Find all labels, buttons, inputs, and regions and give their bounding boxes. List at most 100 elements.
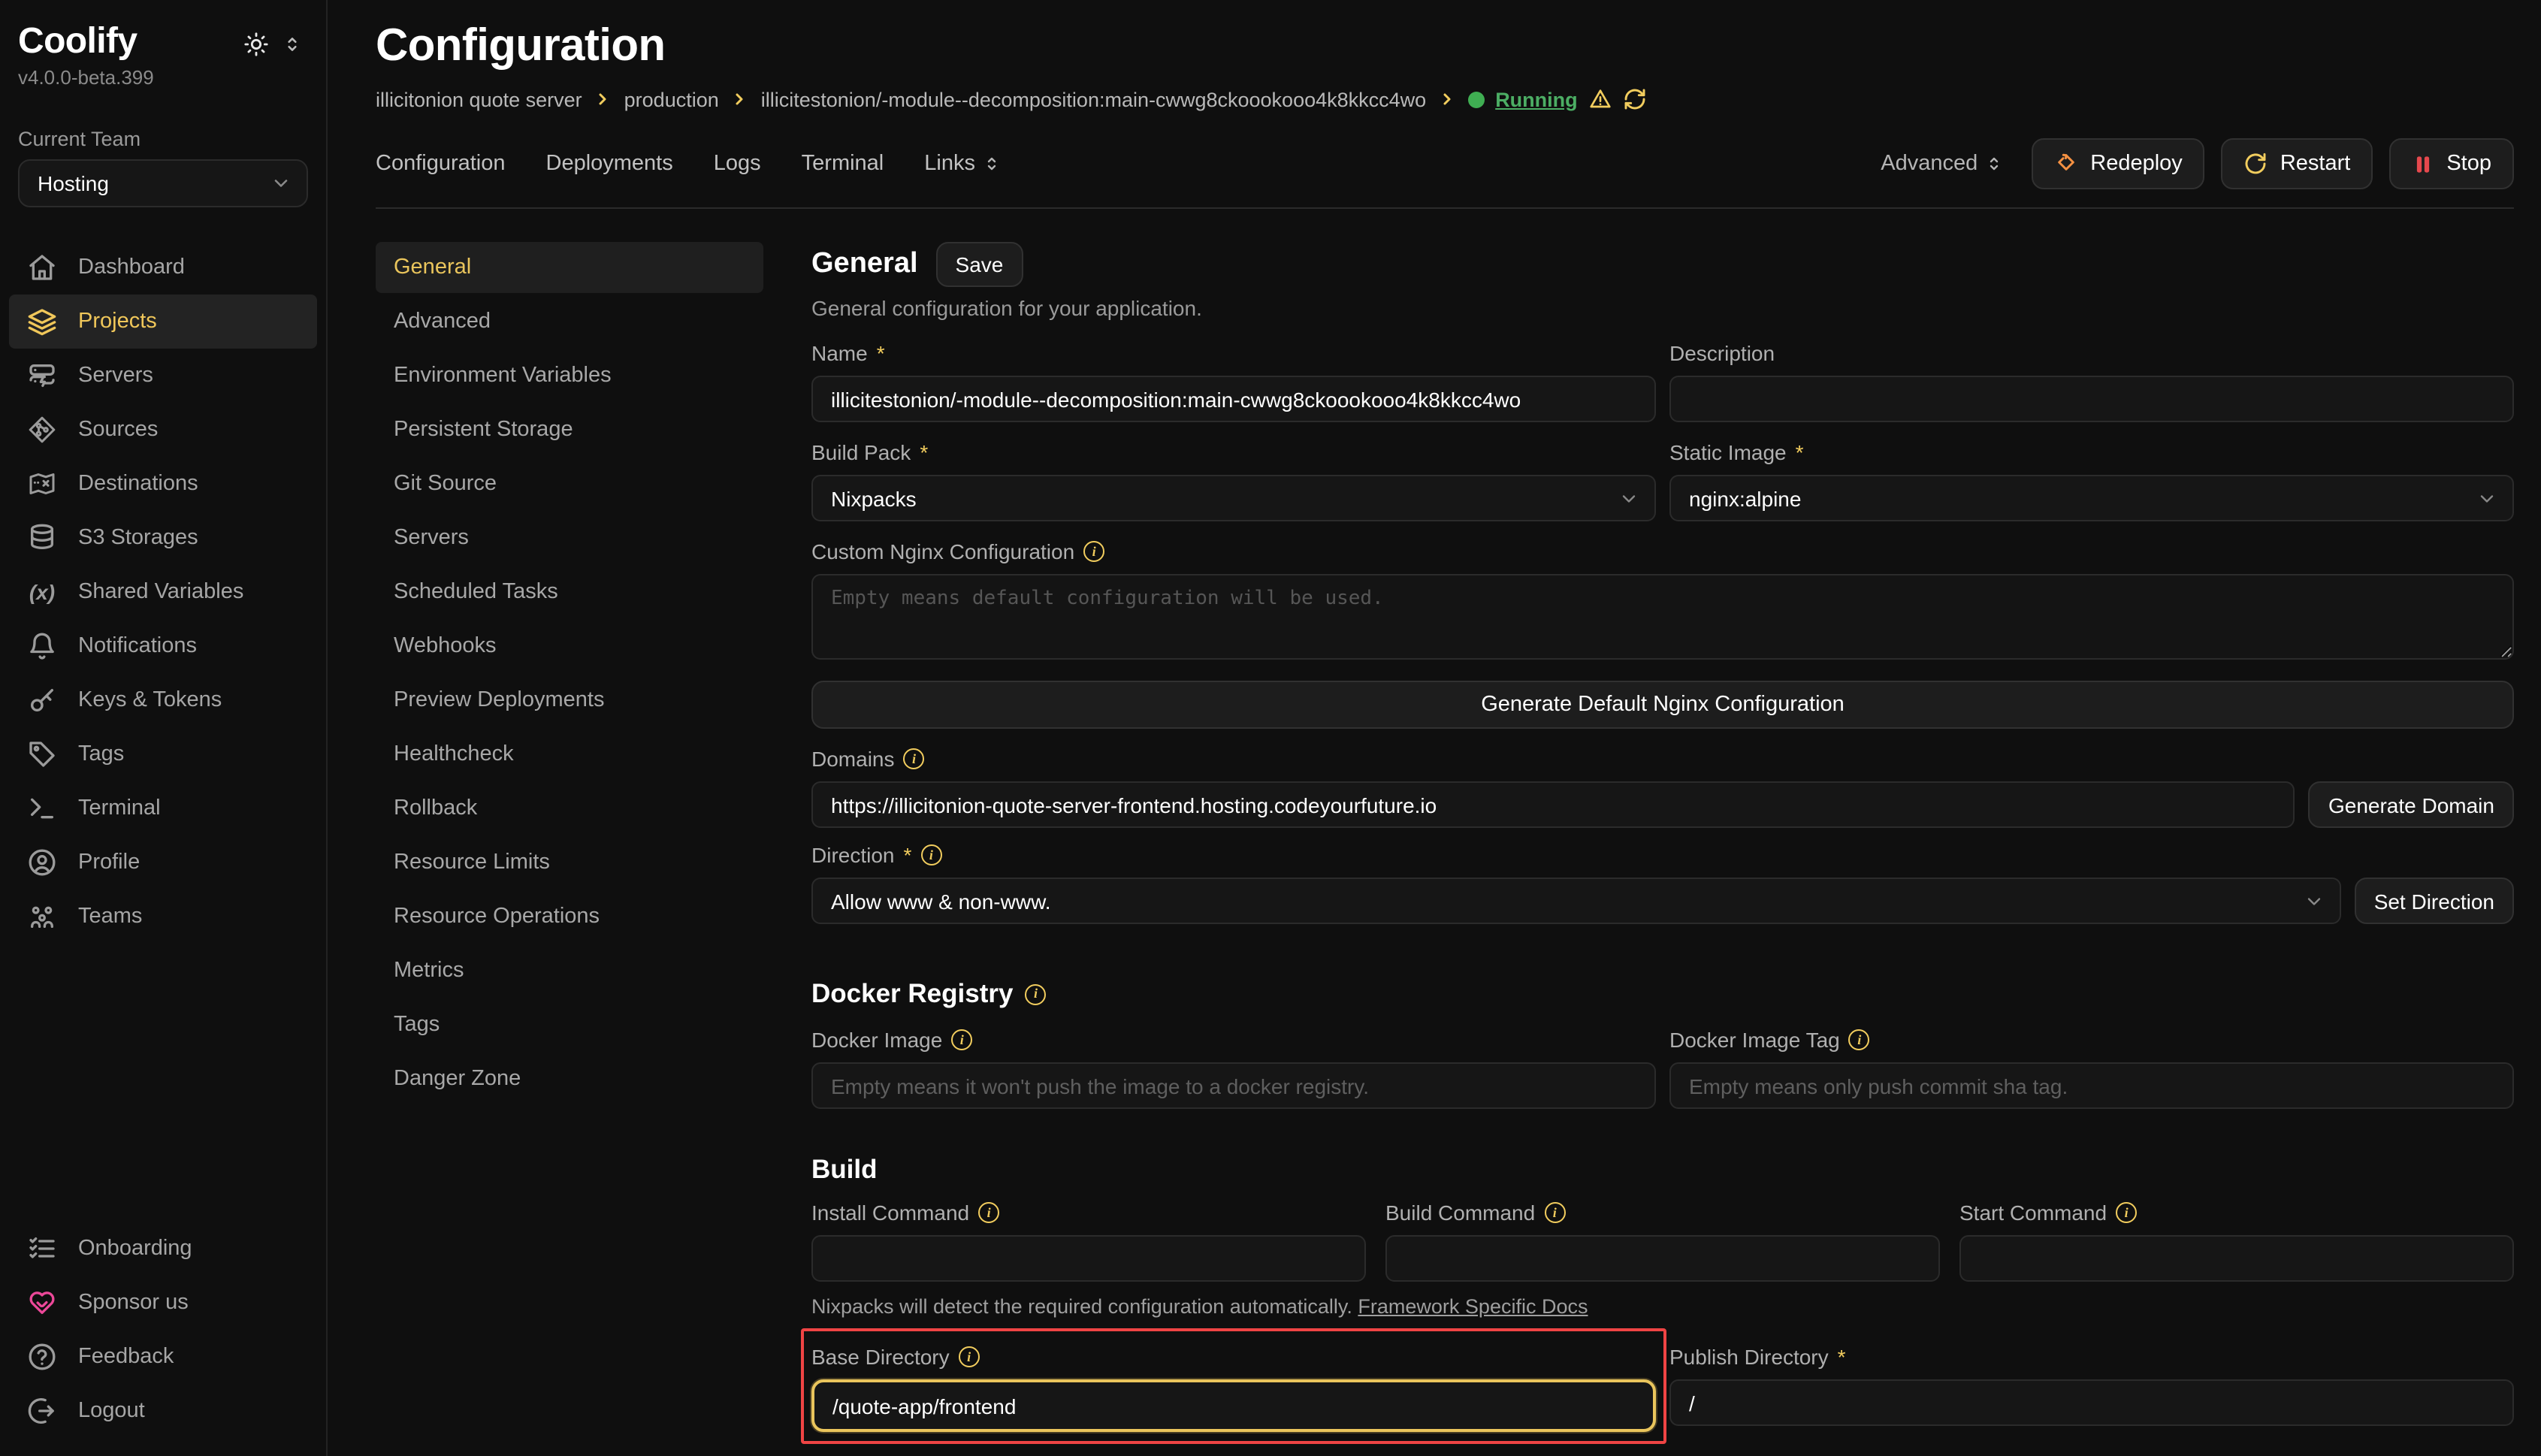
breadcrumb-environment[interactable]: production [624, 88, 719, 110]
name-input[interactable] [811, 376, 1656, 422]
subnav-item-healthcheck[interactable]: Healthcheck [376, 729, 763, 780]
sidebar-item-terminal[interactable]: Terminal [9, 781, 317, 835]
breadcrumb-project[interactable]: illicitonion quote server [376, 88, 582, 110]
info-icon[interactable]: i [951, 1029, 972, 1050]
base-directory-highlight-box: Base Directory i [801, 1328, 1666, 1444]
domains-input[interactable] [811, 781, 2295, 828]
tab-links[interactable]: Links [924, 152, 1001, 176]
subnav-item-webhooks[interactable]: Webhooks [376, 621, 763, 672]
sidebar-item-label: Servers [78, 364, 153, 388]
home-icon [27, 252, 57, 282]
redeploy-button[interactable]: Redeploy [2032, 138, 2205, 189]
sidebar-item-label: Logout [78, 1399, 145, 1423]
docker-image-tag-input[interactable] [1669, 1062, 2514, 1109]
info-icon[interactable]: i [1025, 983, 1046, 1004]
static-image-select[interactable]: nginx:alpine [1669, 475, 2514, 521]
direction-label: Direction [811, 843, 895, 867]
subnav-item-danger-zone[interactable]: Danger Zone [376, 1053, 763, 1104]
nginx-config-textarea[interactable] [811, 574, 2514, 660]
info-icon[interactable]: i [920, 844, 941, 865]
tab-terminal[interactable]: Terminal [802, 152, 884, 176]
publish-directory-input[interactable] [1669, 1379, 2514, 1426]
chevron-right-icon [731, 90, 749, 108]
refresh-icon[interactable] [1623, 87, 1647, 111]
sidebar-item-notifications[interactable]: Notifications [9, 619, 317, 673]
team-select[interactable]: Hosting [18, 159, 308, 207]
tab-configuration[interactable]: Configuration [376, 152, 506, 176]
save-button[interactable]: Save [936, 242, 1023, 287]
install-command-input[interactable] [811, 1235, 1366, 1282]
start-command-input[interactable] [1959, 1235, 2514, 1282]
docker-registry-heading: Docker Registry [811, 978, 1013, 1010]
general-form: General Save General configuration for y… [763, 242, 2514, 1456]
build-command-input[interactable] [1385, 1235, 1940, 1282]
breadcrumb-application[interactable]: illicitestonion/-module--decomposition:m… [761, 88, 1426, 110]
subnav-item-rollback[interactable]: Rollback [376, 783, 763, 834]
info-icon[interactable]: i [1083, 541, 1104, 562]
info-icon[interactable]: i [904, 748, 925, 769]
docker-image-input[interactable] [811, 1062, 1656, 1109]
chevron-right-icon [1438, 90, 1456, 108]
sidebar-item-logout[interactable]: Logout [9, 1384, 317, 1438]
sidebar-item-sponsor-us[interactable]: Sponsor us [9, 1276, 317, 1330]
info-icon[interactable]: i [978, 1202, 999, 1223]
sidebar-item-profile[interactable]: Profile [9, 835, 317, 890]
direction-select[interactable]: Allow www & non-www. [811, 878, 2341, 924]
subnav-item-resource-operations[interactable]: Resource Operations [376, 891, 763, 942]
tab-logs[interactable]: Logs [714, 152, 761, 176]
user-circle-icon [27, 847, 57, 878]
subnav-item-git-source[interactable]: Git Source [376, 458, 763, 509]
description-input[interactable] [1669, 376, 2514, 422]
sidebar-item-teams[interactable]: Teams [9, 890, 317, 944]
info-icon[interactable]: i [959, 1346, 980, 1367]
theme-chevrons-icon[interactable] [283, 35, 302, 54]
base-directory-input[interactable] [811, 1379, 1656, 1432]
status-text[interactable]: Running [1495, 88, 1577, 110]
section-subtitle: General configuration for your applicati… [811, 296, 2514, 320]
app-logo[interactable]: Coolify [18, 21, 137, 63]
sidebar-item-s3-storages[interactable]: S3 Storages [9, 511, 317, 565]
framework-docs-link[interactable]: Framework Specific Docs [1358, 1295, 1588, 1318]
subnav-item-advanced[interactable]: Advanced [376, 296, 763, 347]
subnav-item-resource-limits[interactable]: Resource Limits [376, 837, 763, 888]
sidebar-item-feedback[interactable]: Feedback [9, 1330, 317, 1384]
warning-triangle-icon[interactable] [1588, 87, 1612, 111]
stop-button[interactable]: Stop [2389, 138, 2514, 189]
tab-deployments[interactable]: Deployments [546, 152, 673, 176]
subnav-item-metrics[interactable]: Metrics [376, 945, 763, 996]
build-pack-select[interactable]: Nixpacks [811, 475, 1656, 521]
sidebar-item-shared-variables[interactable]: (x) Shared Variables [9, 565, 317, 619]
set-direction-button[interactable]: Set Direction [2355, 878, 2514, 924]
info-icon[interactable]: i [2116, 1202, 2137, 1223]
direction-value: Allow www & non-www. [831, 889, 1051, 913]
subnav-item-preview-deployments[interactable]: Preview Deployments [376, 675, 763, 726]
sidebar-item-onboarding[interactable]: Onboarding [9, 1222, 317, 1276]
install-command-label: Install Command [811, 1201, 969, 1225]
sidebar-item-keys-tokens[interactable]: Keys & Tokens [9, 673, 317, 727]
subnav-item-tags[interactable]: Tags [376, 999, 763, 1050]
advanced-dropdown[interactable]: Advanced [1881, 152, 2003, 176]
sidebar-item-destinations[interactable]: Destinations [9, 457, 317, 511]
subnav-item-servers[interactable]: Servers [376, 512, 763, 563]
sidebar-item-label: Sponsor us [78, 1291, 189, 1315]
sidebar-item-servers[interactable]: Servers [9, 349, 317, 403]
subnav-item-general[interactable]: General [376, 242, 763, 293]
theme-sun-icon[interactable] [243, 32, 269, 57]
info-icon[interactable]: i [1544, 1202, 1565, 1223]
sidebar-item-tags[interactable]: Tags [9, 727, 317, 781]
settings-subnav: General Advanced Environment Variables P… [376, 242, 763, 1456]
generate-nginx-button[interactable]: Generate Default Nginx Configuration [811, 681, 2514, 729]
generate-domain-button[interactable]: Generate Domain [2309, 781, 2514, 828]
chevron-right-icon [594, 90, 612, 108]
base-directory-label: Base Directory [811, 1345, 950, 1369]
info-icon[interactable]: i [1849, 1029, 1870, 1050]
subnav-item-scheduled-tasks[interactable]: Scheduled Tasks [376, 566, 763, 618]
sidebar-item-sources[interactable]: Sources [9, 403, 317, 457]
tab-links-label: Links [924, 152, 975, 176]
sidebar-item-label: Sources [78, 418, 158, 442]
sidebar-item-projects[interactable]: Projects [9, 295, 317, 349]
subnav-item-persistent-storage[interactable]: Persistent Storage [376, 404, 763, 455]
sidebar-item-dashboard[interactable]: Dashboard [9, 240, 317, 295]
subnav-item-environment-variables[interactable]: Environment Variables [376, 350, 763, 401]
restart-button[interactable]: Restart [2222, 138, 2373, 189]
